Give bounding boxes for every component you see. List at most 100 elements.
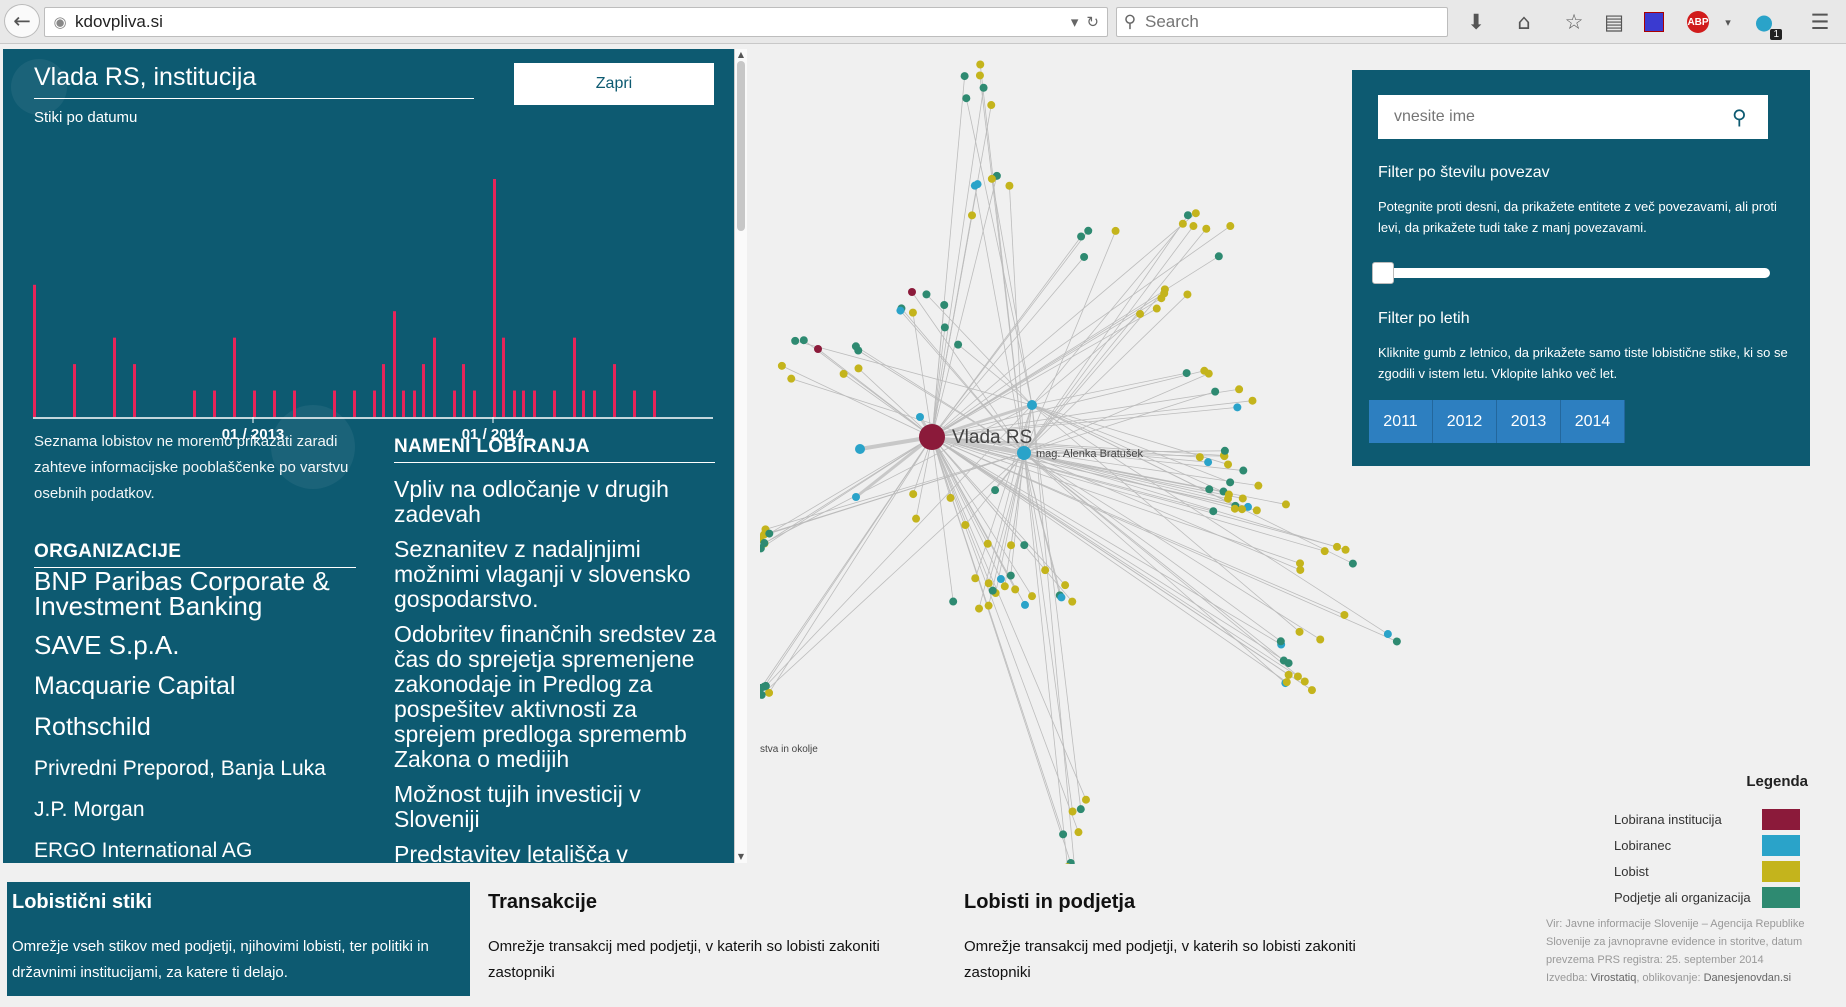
graph-node[interactable] bbox=[1295, 627, 1304, 636]
name-search-input[interactable] bbox=[1392, 107, 1726, 127]
target-node[interactable] bbox=[855, 444, 865, 454]
graph-node[interactable] bbox=[922, 290, 931, 299]
adblock-icon[interactable]: ABP bbox=[1687, 11, 1709, 33]
graph-node[interactable] bbox=[1183, 211, 1192, 220]
graph-node[interactable] bbox=[1235, 385, 1244, 394]
graph-node[interactable] bbox=[1248, 396, 1257, 405]
tab-lobbyists-companies[interactable]: Lobisti in podjetja Omrežje transakcij m… bbox=[959, 882, 1422, 996]
graph-node[interactable] bbox=[1226, 222, 1235, 231]
graph-node[interactable] bbox=[1282, 678, 1291, 687]
graph-node[interactable] bbox=[1183, 290, 1192, 299]
graph-node[interactable] bbox=[984, 579, 993, 588]
graph-node[interactable] bbox=[1011, 585, 1020, 594]
graph-node[interactable] bbox=[1307, 686, 1316, 695]
graph-node[interactable] bbox=[946, 493, 955, 502]
search-icon[interactable]: ⚲ bbox=[1732, 105, 1747, 130]
browser-search-input[interactable] bbox=[1143, 11, 1437, 33]
graph-node[interactable] bbox=[1296, 565, 1305, 574]
graph-node[interactable] bbox=[1211, 387, 1220, 396]
graph-node[interactable] bbox=[1195, 453, 1204, 462]
graph-node[interactable] bbox=[987, 101, 996, 110]
graph-node[interactable] bbox=[1320, 547, 1329, 556]
extension-icon[interactable] bbox=[1640, 8, 1668, 36]
graph-node[interactable] bbox=[908, 288, 916, 296]
graph-node[interactable] bbox=[962, 94, 971, 103]
scroll-down-arrow-icon[interactable]: ▼ bbox=[735, 851, 747, 863]
panel-scrollbar[interactable]: ▲ ▼ bbox=[734, 49, 747, 863]
menu-icon[interactable]: ☰ bbox=[1806, 8, 1834, 36]
graph-node[interactable] bbox=[949, 597, 958, 606]
target-node[interactable] bbox=[1027, 400, 1037, 410]
graph-node[interactable] bbox=[1238, 505, 1247, 514]
bookmark-star-icon[interactable]: ☆ bbox=[1560, 8, 1588, 36]
dropdown-icon[interactable]: ▾ bbox=[1071, 13, 1079, 31]
graph-node[interactable] bbox=[1202, 224, 1211, 233]
graph-node[interactable] bbox=[1239, 466, 1248, 475]
graph-node[interactable] bbox=[988, 586, 997, 595]
graph-node[interactable] bbox=[1068, 597, 1077, 606]
graph-node[interactable] bbox=[975, 71, 984, 80]
graph-node[interactable] bbox=[799, 336, 808, 345]
graph-node[interactable] bbox=[968, 211, 977, 220]
graph-node[interactable] bbox=[1006, 571, 1015, 580]
graph-node[interactable] bbox=[1224, 460, 1233, 469]
graph-node[interactable] bbox=[973, 180, 982, 189]
year-button-2011[interactable]: 2011 bbox=[1369, 400, 1433, 443]
graph-node[interactable] bbox=[971, 574, 980, 583]
graph-node[interactable] bbox=[976, 60, 985, 69]
graph-node[interactable] bbox=[1341, 545, 1350, 554]
graph-node[interactable] bbox=[1284, 670, 1293, 679]
url-bar[interactable]: ◉ kdovpliva.si ▾ ↻ bbox=[44, 7, 1108, 37]
graph-node[interactable] bbox=[1200, 366, 1209, 375]
graph-node[interactable] bbox=[1081, 795, 1090, 804]
graph-node[interactable] bbox=[1226, 478, 1235, 487]
bratusek-node[interactable] bbox=[1017, 446, 1031, 460]
name-search-box[interactable]: ⚲ bbox=[1378, 95, 1768, 139]
graph-node[interactable] bbox=[1276, 637, 1285, 646]
graph-node[interactable] bbox=[1059, 830, 1068, 839]
graph-node[interactable] bbox=[1020, 541, 1029, 550]
graph-node[interactable] bbox=[1005, 181, 1014, 190]
graph-node[interactable] bbox=[960, 72, 969, 81]
graph-node[interactable] bbox=[1189, 222, 1198, 231]
graph-node[interactable] bbox=[1028, 592, 1037, 601]
year-button-2012[interactable]: 2012 bbox=[1433, 400, 1497, 443]
graph-node[interactable] bbox=[1076, 805, 1085, 814]
graph-node[interactable] bbox=[1281, 500, 1290, 509]
graph-node[interactable] bbox=[1224, 490, 1233, 499]
year-button-2014[interactable]: 2014 bbox=[1561, 400, 1625, 443]
graph-node[interactable] bbox=[1254, 481, 1263, 490]
graph-node[interactable] bbox=[1316, 635, 1325, 644]
scroll-up-arrow-icon[interactable]: ▲ bbox=[735, 49, 747, 61]
home-icon[interactable]: ⌂ bbox=[1510, 8, 1538, 36]
download-icon[interactable]: ⬇ bbox=[1462, 8, 1490, 36]
graph-node[interactable] bbox=[1333, 542, 1342, 551]
close-button[interactable]: Zapri bbox=[514, 63, 714, 105]
year-button-2013[interactable]: 2013 bbox=[1497, 400, 1561, 443]
graph-node[interactable] bbox=[908, 308, 917, 317]
graph-node[interactable] bbox=[1300, 677, 1309, 686]
graph-node[interactable] bbox=[1041, 566, 1050, 575]
graph-node[interactable] bbox=[791, 336, 800, 345]
graph-node[interactable] bbox=[983, 539, 992, 548]
graph-node[interactable] bbox=[1111, 226, 1120, 235]
graph-node[interactable] bbox=[787, 374, 796, 383]
graph-node[interactable] bbox=[996, 575, 1005, 584]
graph-node[interactable] bbox=[1057, 593, 1066, 602]
browser-search-box[interactable]: ⚲ bbox=[1116, 7, 1448, 37]
vlada-rs-node[interactable] bbox=[919, 424, 945, 450]
graph-node[interactable] bbox=[851, 342, 860, 351]
tab-transactions[interactable]: Transakcije Omrežje transakcij med podje… bbox=[483, 882, 946, 996]
graph-node[interactable] bbox=[1080, 252, 1089, 261]
graph-node[interactable] bbox=[1007, 541, 1016, 550]
graph-node[interactable] bbox=[979, 83, 988, 92]
graph-node[interactable] bbox=[961, 521, 970, 530]
tab-lobby-contacts[interactable]: Lobistični stiki Omrežje vseh stikov med… bbox=[7, 882, 470, 996]
graph-node[interactable] bbox=[909, 490, 918, 499]
graph-node[interactable] bbox=[1214, 252, 1223, 261]
graph-node[interactable] bbox=[1293, 672, 1302, 681]
graph-node[interactable] bbox=[1136, 309, 1145, 318]
graph-node[interactable] bbox=[1182, 369, 1191, 378]
graph-node[interactable] bbox=[1000, 582, 1009, 591]
graph-node[interactable] bbox=[1392, 637, 1401, 646]
